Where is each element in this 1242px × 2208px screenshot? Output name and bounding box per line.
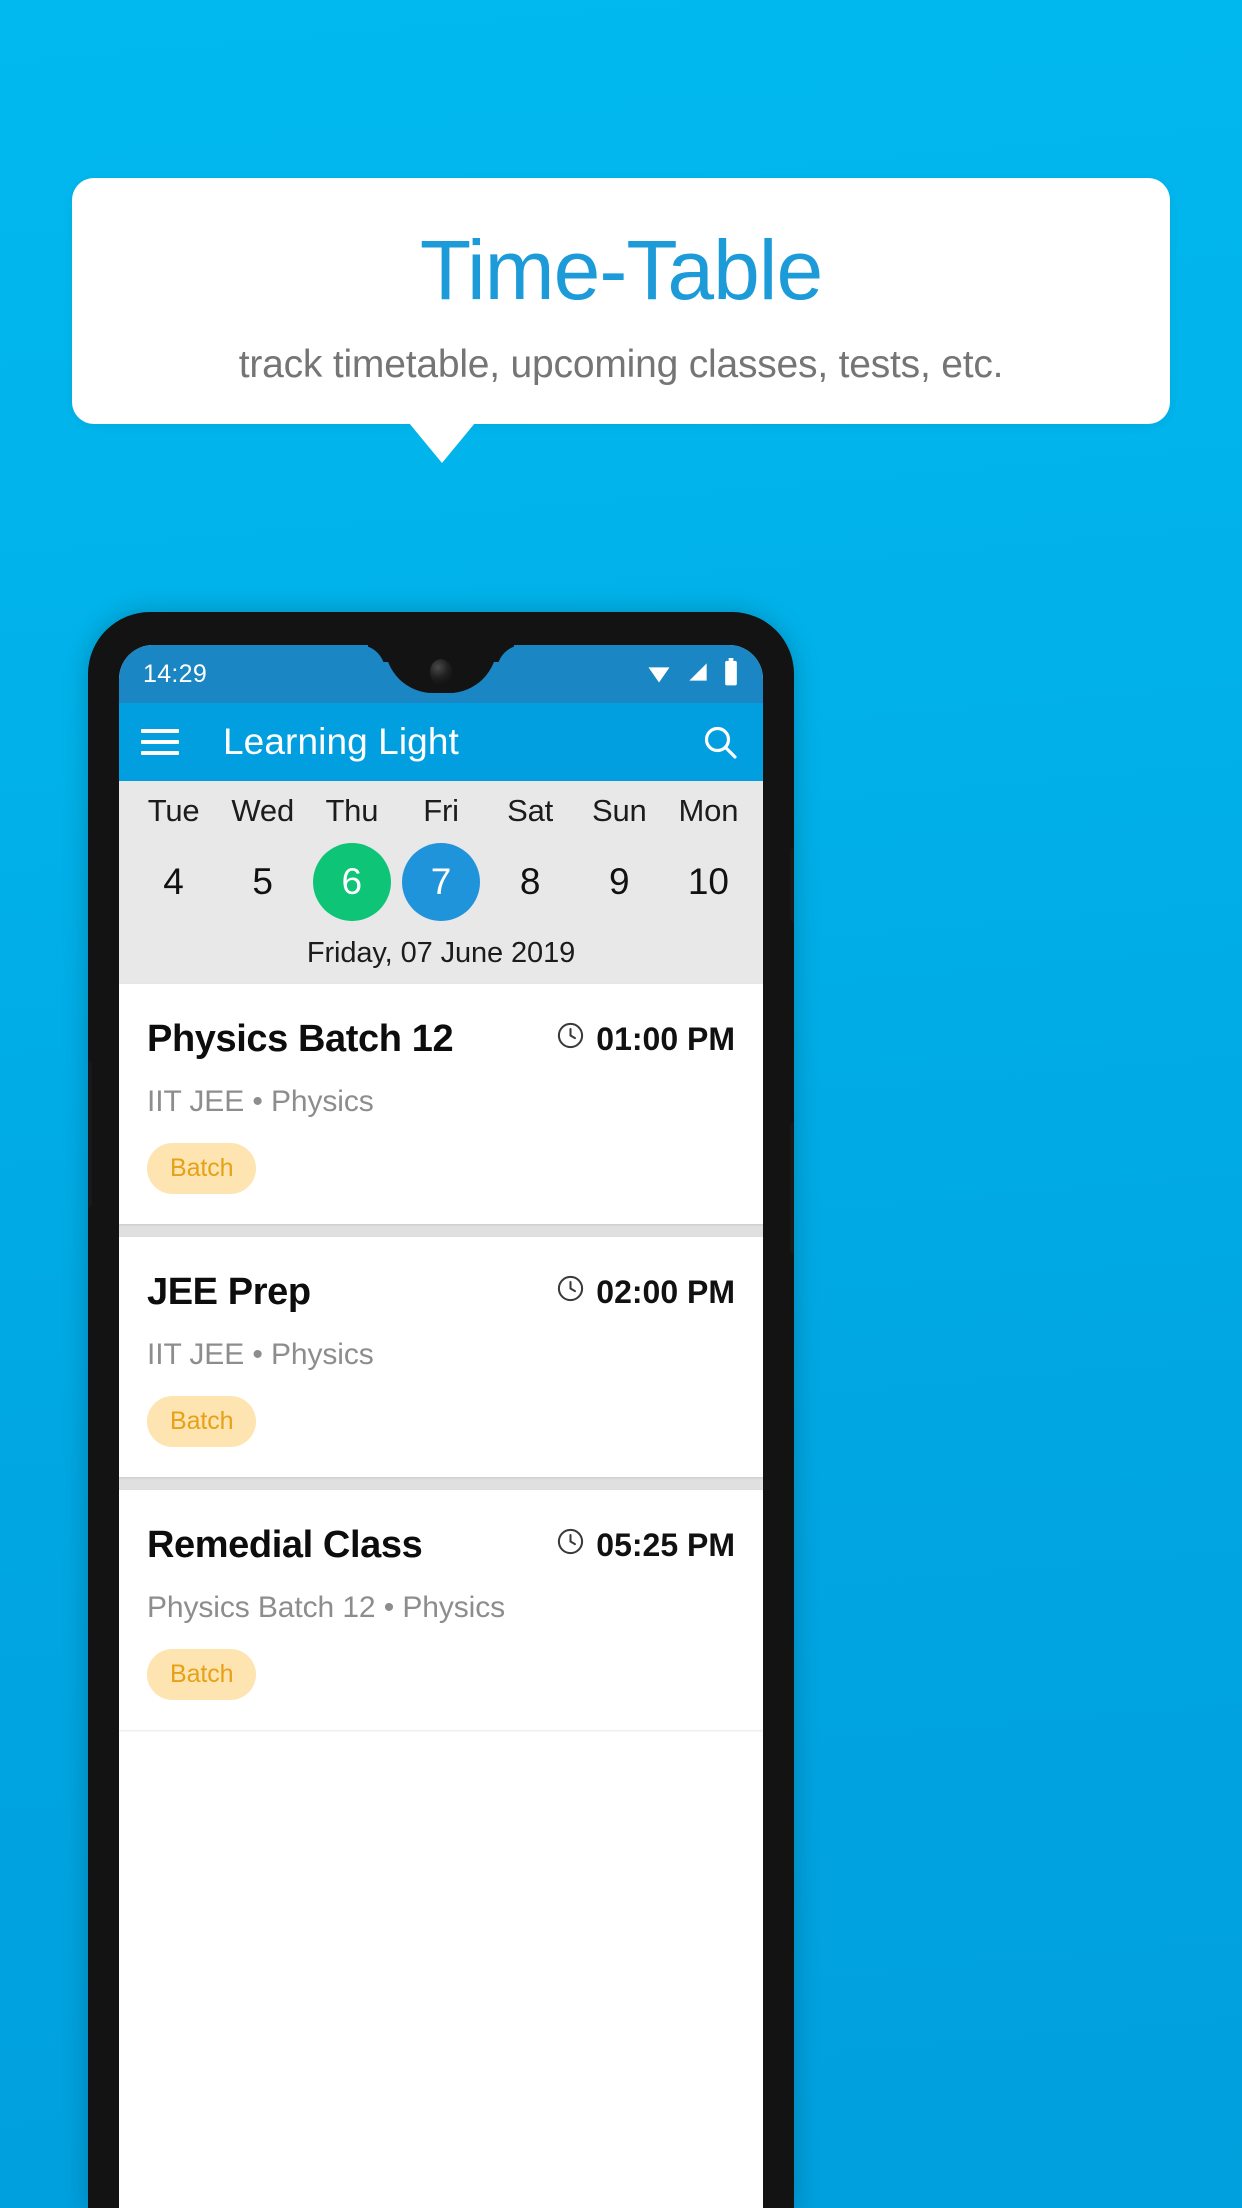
- event-subtitle: IIT JEE • Physics: [147, 1338, 374, 1371]
- phone-power-button: [790, 847, 794, 922]
- promo-screenshot: Time-Table track timetable, upcoming cla…: [0, 0, 1242, 2208]
- event-card[interactable]: Physics Batch 12 01:00 PM IIT JEE • Physic…: [119, 984, 763, 1224]
- day-number-cell[interactable]: 8: [486, 843, 575, 921]
- search-icon[interactable]: [699, 721, 741, 763]
- event-chip-row: Batch: [147, 1372, 735, 1447]
- day-number-cell[interactable]: 10: [664, 843, 753, 921]
- status-bar-time: 14:29: [143, 659, 208, 688]
- app-bar: Learning Light: [119, 703, 763, 781]
- day-name-label: Mon: [678, 793, 739, 828]
- phone-volume-button: [790, 1122, 794, 1254]
- event-time: 05:25 PM: [596, 1527, 735, 1563]
- event-time: 02:00 PM: [596, 1274, 735, 1310]
- day-name-label: Wed: [231, 793, 294, 828]
- day-number-today[interactable]: 6: [312, 843, 391, 921]
- event-time-group: 02:00 PM: [556, 1274, 735, 1311]
- day-number-cell[interactable]: 4: [129, 843, 218, 921]
- day-name-cell[interactable]: Sun: [575, 793, 664, 843]
- phone-notch: [385, 645, 497, 693]
- promo-banner-card: Time-Table track timetable, upcoming cla…: [72, 178, 1170, 424]
- event-type-badge: Batch: [147, 1649, 257, 1700]
- event-chip-row: Batch: [147, 1625, 735, 1700]
- day-number-normal[interactable]: 9: [580, 843, 658, 921]
- day-name-cell[interactable]: Mon: [664, 793, 753, 843]
- hamburger-menu-icon[interactable]: [141, 729, 179, 755]
- phone-mockup: 14:29 Learning Light Tue Wed Thu Fri Sat…: [88, 612, 794, 2208]
- day-name-cell[interactable]: Tue: [129, 793, 218, 843]
- event-card[interactable]: Remedial Class 05:25 PM Physics Batch 12 •…: [119, 1490, 763, 1730]
- event-subtitle: Physics Batch 12 • Physics: [147, 1591, 506, 1624]
- day-number-cell[interactable]: 6: [307, 843, 396, 921]
- promo-subtitle: track timetable, upcoming classes, tests…: [238, 343, 1004, 386]
- status-bar-icons: [645, 657, 739, 691]
- day-name-cell[interactable]: Fri: [396, 793, 485, 843]
- signal-icon: [685, 659, 711, 690]
- event-time-group: 01:00 PM: [556, 1021, 735, 1058]
- event-subtitle: IIT JEE • Physics: [147, 1085, 374, 1118]
- day-name-cell[interactable]: Sat: [486, 793, 575, 843]
- app-bar-title: Learning Light: [223, 721, 459, 762]
- battery-icon: [723, 657, 739, 691]
- promo-title: Time-Table: [419, 223, 823, 317]
- event-title: JEE Prep: [147, 1271, 311, 1313]
- event-title: Physics Batch 12: [147, 1018, 454, 1060]
- day-name-label: Fri: [423, 793, 459, 828]
- day-name-label: Sat: [507, 793, 554, 828]
- front-camera: [430, 659, 452, 685]
- speech-bubble-tail: [409, 423, 475, 463]
- event-time: 01:00 PM: [596, 1021, 735, 1057]
- phone-side-button: [88, 1060, 92, 1208]
- day-number-normal[interactable]: 4: [135, 843, 213, 921]
- event-card-header: Remedial Class 05:25 PM: [147, 1524, 735, 1567]
- clock-icon: [556, 1527, 585, 1564]
- day-name-label: Thu: [325, 793, 379, 828]
- event-time-group: 05:25 PM: [556, 1527, 735, 1564]
- status-bar: 14:29: [119, 645, 763, 703]
- day-number-normal[interactable]: 8: [491, 843, 569, 921]
- day-strip: Tue Wed Thu Fri Sat Sun Mon 4 5 6 7 8 9 10 Friday, 0…: [119, 781, 763, 984]
- day-number-cell[interactable]: 9: [575, 843, 664, 921]
- day-number-cell[interactable]: 5: [218, 843, 307, 921]
- day-number-normal[interactable]: 5: [224, 843, 302, 921]
- wifi-icon: [645, 658, 673, 691]
- day-name-cell[interactable]: Wed: [218, 793, 307, 843]
- day-name-label: Sun: [591, 793, 647, 828]
- event-list: Physics Batch 12 01:00 PM IIT JEE • Physic…: [119, 984, 763, 1730]
- day-name-cell[interactable]: Thu: [307, 793, 396, 843]
- day-number-normal[interactable]: 10: [669, 843, 747, 921]
- phone-screen: 14:29 Learning Light Tue Wed Thu Fri Sat…: [119, 645, 763, 2208]
- selected-date-label: Friday, 07 June 2019: [306, 937, 576, 969]
- day-names-row: Tue Wed Thu Fri Sat Sun Mon: [119, 793, 763, 843]
- clock-icon: [556, 1274, 585, 1311]
- event-card[interactable]: JEE Prep 02:00 PM IIT JEE • Physics Batch: [119, 1237, 763, 1477]
- day-number-selected[interactable]: 7: [401, 843, 480, 921]
- event-chip-row: Batch: [147, 1119, 735, 1194]
- event-type-badge: Batch: [147, 1396, 257, 1447]
- day-name-label: Tue: [147, 793, 200, 828]
- event-type-badge: Batch: [147, 1143, 257, 1194]
- day-numbers-row: 4 5 6 7 8 9 10: [119, 843, 763, 921]
- event-title: Remedial Class: [147, 1524, 423, 1566]
- day-number-cell[interactable]: 7: [396, 843, 485, 921]
- event-card-header: JEE Prep 02:00 PM: [147, 1271, 735, 1314]
- event-card-header: Physics Batch 12 01:00 PM: [147, 1018, 735, 1061]
- clock-icon: [556, 1021, 585, 1058]
